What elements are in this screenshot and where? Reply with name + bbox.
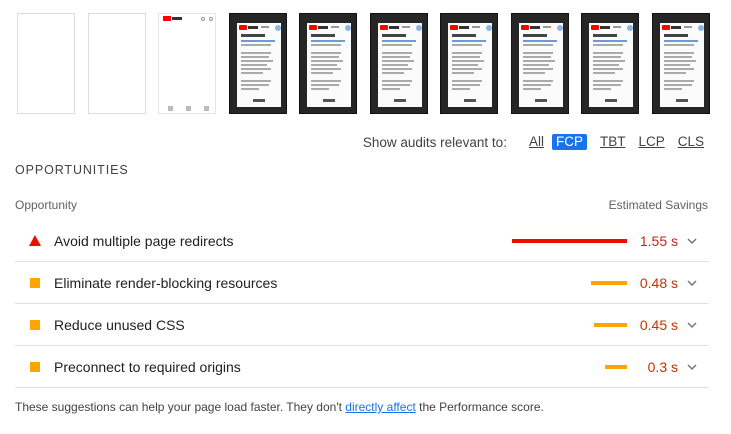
filmstrip-frame (299, 13, 357, 114)
directly-affect-link[interactable]: directly affect (345, 400, 415, 414)
savings-bar (591, 281, 627, 285)
opportunity-title: Reduce unused CSS (54, 317, 185, 333)
filmstrip-frame (158, 13, 216, 114)
estimated-savings-value: 0.3 s (647, 359, 678, 375)
savings-bar (512, 239, 627, 243)
chevron-down-icon[interactable] (687, 233, 697, 245)
average-square-icon (30, 320, 40, 330)
footer-text-end: the Performance score. (415, 400, 544, 414)
filter-fcp-button[interactable]: FCP (551, 134, 587, 150)
filmstrip-frame (88, 13, 146, 114)
estimated-savings-value: 1.55 s (639, 233, 678, 249)
average-square-icon (30, 362, 40, 372)
savings-bar (605, 365, 627, 369)
filmstrip-frame (17, 13, 75, 114)
opportunity-title: Avoid multiple page redirects (54, 233, 234, 249)
filter-label: Show audits relevant to: (362, 134, 507, 150)
estimated-savings-value: 0.48 s (639, 275, 678, 291)
fail-triangle-icon (29, 235, 41, 246)
filmstrip (17, 13, 717, 115)
opportunity-row[interactable]: Reduce unused CSS 0.45 s (15, 304, 709, 346)
filter-tbt-button[interactable]: TBT (599, 134, 627, 150)
section-title: OPPORTUNITIES (15, 163, 129, 177)
opportunity-row[interactable]: Eliminate render-blocking resources 0.48 … (15, 262, 709, 304)
filmstrip-frame (440, 13, 498, 114)
opportunity-row[interactable]: Preconnect to required origins 0.3 s (15, 346, 709, 388)
filter-cls-button[interactable]: CLS (677, 134, 705, 150)
estimated-savings-value: 0.45 s (639, 317, 678, 333)
chevron-down-icon[interactable] (687, 275, 697, 287)
footer-note: These suggestions can help your page loa… (15, 400, 544, 414)
filter-all-button[interactable]: All (528, 134, 545, 150)
chevron-down-icon[interactable] (687, 359, 697, 371)
opportunity-title: Eliminate render-blocking resources (54, 275, 278, 291)
opportunity-title: Preconnect to required origins (54, 359, 241, 375)
audit-filter: Show audits relevant to: All FCP TBT LCP… (363, 133, 705, 151)
filmstrip-frame (581, 13, 639, 114)
footer-text: These suggestions can help your page loa… (15, 400, 346, 414)
savings-bar (594, 323, 627, 327)
filmstrip-frame (370, 13, 428, 114)
filter-lcp-button[interactable]: LCP (637, 134, 665, 150)
chevron-down-icon[interactable] (687, 317, 697, 329)
average-square-icon (30, 278, 40, 288)
opportunity-row[interactable]: Avoid multiple page redirects 1.55 s (15, 220, 709, 262)
filmstrip-frame (229, 13, 287, 114)
filmstrip-frame (511, 13, 569, 114)
savings-column-header: Estimated Savings (608, 198, 708, 212)
filmstrip-frame (652, 13, 710, 114)
opportunity-column-header: Opportunity (15, 198, 78, 212)
